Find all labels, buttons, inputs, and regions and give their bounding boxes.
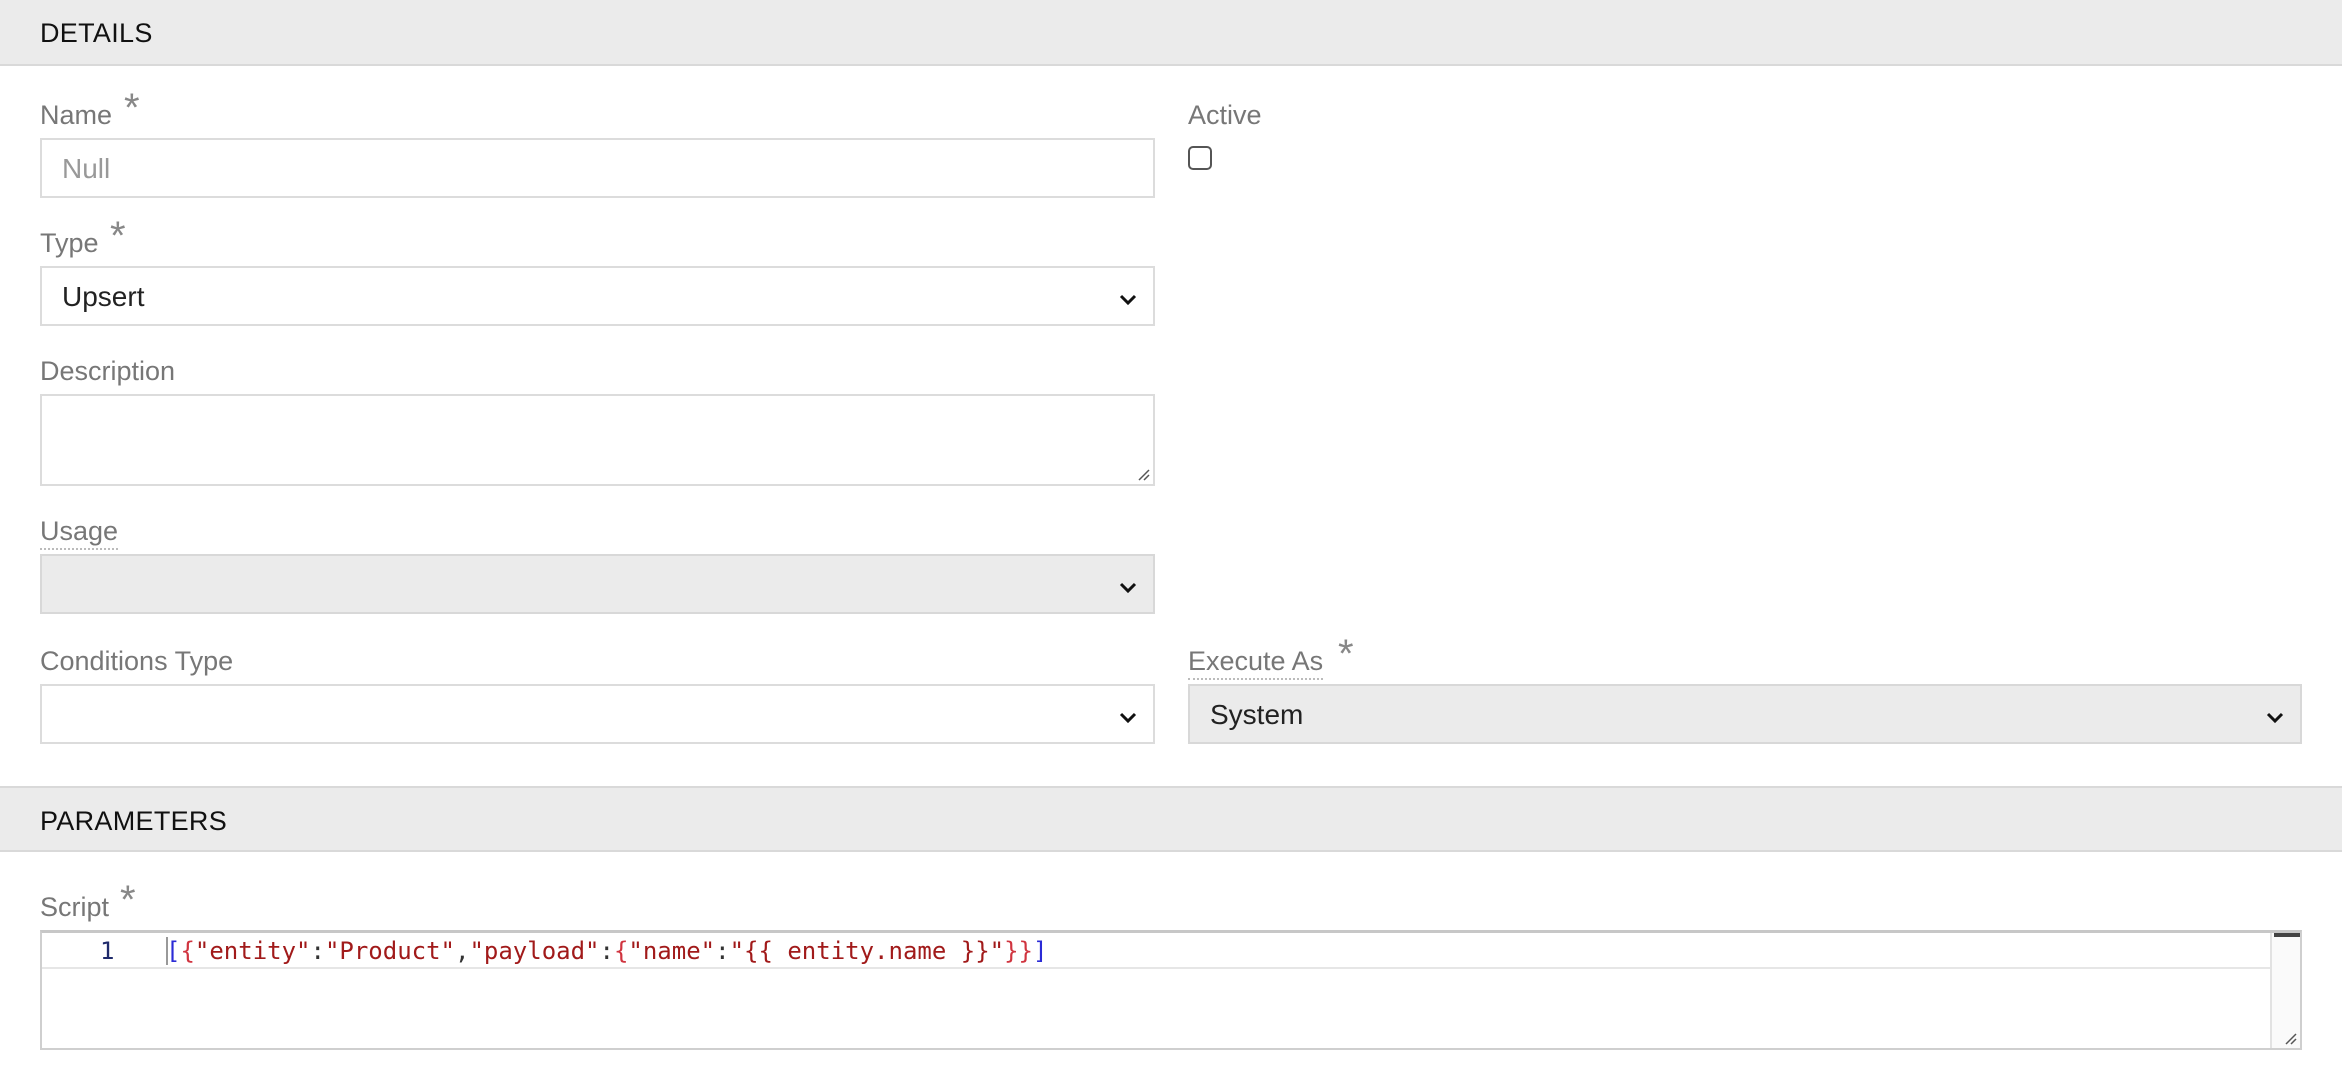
conditions-type-label: Conditions Type xyxy=(40,646,234,676)
editor-scrollbar-thumb[interactable] xyxy=(2274,933,2300,937)
execute-as-label: Execute As xyxy=(1188,646,1324,680)
execute-as-select-value: System xyxy=(1210,699,1304,730)
details-section-header: DETAILS xyxy=(0,0,2342,66)
execute-as-required-mark: * xyxy=(1338,632,1354,676)
editor-code-line[interactable]: [{"entity":"Product","payload":{"name":"… xyxy=(166,937,1047,965)
conditions-type-select[interactable] xyxy=(40,684,1155,744)
type-select-value: Upsert xyxy=(62,281,145,312)
active-checkbox[interactable] xyxy=(1188,146,1212,170)
type-required-mark: * xyxy=(110,214,126,258)
editor-cursor xyxy=(166,937,168,965)
chevron-down-icon xyxy=(1119,294,1137,306)
usage-label: Usage xyxy=(40,516,119,550)
resize-handle-icon[interactable] xyxy=(1134,465,1150,481)
script-label: Script xyxy=(40,892,110,922)
name-label: Name xyxy=(40,100,113,130)
name-placeholder: Null xyxy=(62,153,111,184)
name-required-mark: * xyxy=(124,86,140,130)
parameters-section-header: PARAMETERS xyxy=(0,786,2342,852)
execute-as-select[interactable]: System xyxy=(1188,684,2302,744)
usage-select[interactable] xyxy=(40,554,1155,614)
script-required-mark: * xyxy=(120,878,136,922)
parameters-section-title: PARAMETERS xyxy=(40,806,228,836)
chevron-down-icon xyxy=(2266,712,2284,724)
type-label: Type xyxy=(40,228,99,258)
resize-handle-icon[interactable] xyxy=(2281,1029,2297,1045)
chevron-down-icon xyxy=(1119,582,1137,594)
chevron-down-icon xyxy=(1119,712,1137,724)
type-select[interactable]: Upsert xyxy=(40,266,1155,326)
description-label: Description xyxy=(40,356,176,386)
script-code-editor[interactable]: 1 [{"entity":"Product","payload":{"name"… xyxy=(40,930,2302,1050)
description-textarea[interactable] xyxy=(40,394,1155,486)
active-label: Active xyxy=(1188,100,1262,130)
details-section-title: DETAILS xyxy=(40,18,153,48)
editor-line-number: 1 xyxy=(100,937,115,965)
name-input[interactable]: Null xyxy=(40,138,1155,198)
